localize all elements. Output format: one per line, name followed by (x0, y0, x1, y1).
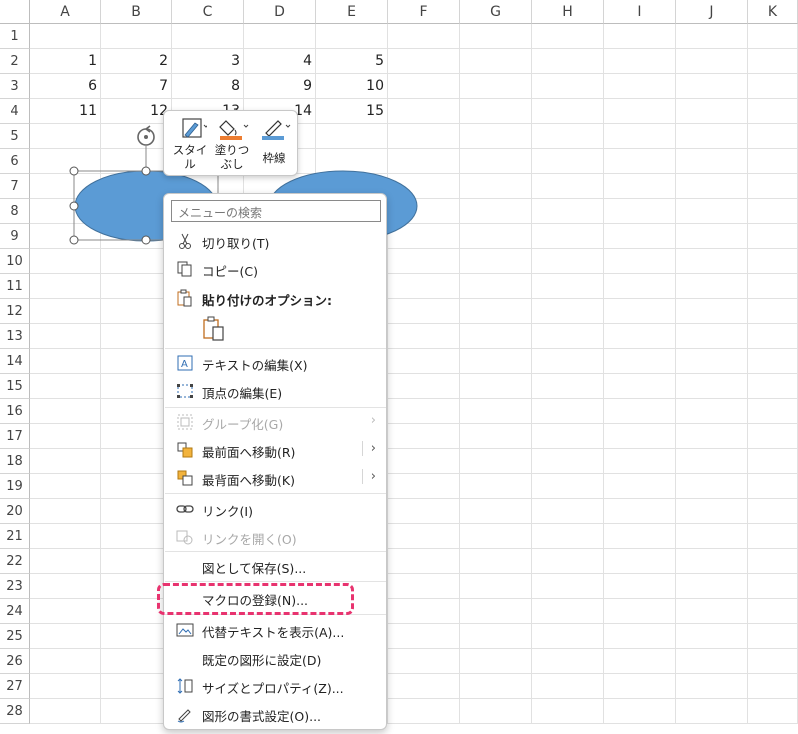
save-as-picture-label: 図として保存(S)... (202, 561, 307, 576)
context-menu: メニューの検索 切り取り(T) コピー(C) 貼り付けのオプション: A テキス… (163, 193, 387, 730)
shapes-layer (69, 125, 418, 245)
send-to-back-label: 最背面へ移動(K) (202, 473, 295, 488)
outline-label: 枠線 (262, 151, 286, 165)
menu-item-edit-text[interactable]: A テキストの編集(X) (164, 349, 386, 377)
alt-text-icon (176, 623, 194, 637)
macro-highlight-box (157, 583, 354, 615)
shape-style-button[interactable]: スタイル (170, 115, 210, 171)
fill-label-1: 塗りつ (214, 143, 250, 157)
group-icon (177, 414, 193, 430)
chevron-right-icon: › (370, 413, 376, 428)
menu-item-link[interactable]: リンク(I) (164, 495, 386, 523)
menu-item-save-as-picture[interactable]: 図として保存(S)... (164, 552, 386, 580)
paste-options-label: 貼り付けのオプション: (202, 293, 332, 308)
group-label: グループ化(G) (202, 417, 284, 432)
clipboard-icon (177, 289, 192, 307)
menu-item-copy[interactable]: コピー(C) (164, 255, 386, 283)
style-label-2: ル (184, 157, 196, 171)
shape-outline-button[interactable]: 枠線 (254, 115, 294, 171)
copy-label: コピー(C) (202, 264, 258, 279)
resize-handle-t (141, 166, 151, 176)
menu-item-group[interactable]: グループ化(G) › (164, 408, 386, 436)
rotate-handle[interactable] (137, 125, 155, 146)
set-default-shape-label: 既定の図形に設定(D) (202, 653, 322, 668)
menu-item-cut[interactable]: 切り取り(T) (164, 227, 386, 255)
open-link-icon (176, 530, 193, 545)
svg-text:A: A (181, 359, 188, 370)
send-to-back-icon (177, 470, 193, 486)
bring-to-front-label: 最前面へ移動(R) (202, 445, 296, 460)
chevron-right-icon[interactable]: › (361, 469, 376, 484)
cut-label: 切り取り(T) (202, 236, 270, 251)
size-properties-icon (177, 678, 193, 694)
resize-handle-tl (69, 166, 79, 176)
paste-option-keep-source[interactable] (164, 312, 386, 348)
pen-outline-icon (262, 120, 291, 140)
menu-search-input[interactable]: メニューの検索 (171, 200, 381, 222)
paste-icon (203, 316, 224, 341)
open-link-label: リンクを開く(O) (202, 532, 297, 547)
menu-item-send-to-back[interactable]: 最背面へ移動(K) › (164, 464, 386, 492)
menu-item-bring-to-front[interactable]: 最前面へ移動(R) › (164, 436, 386, 464)
edit-text-icon: A (177, 355, 193, 371)
scissors-icon (179, 233, 191, 249)
bring-to-front-icon (177, 442, 193, 458)
copy-icon (177, 261, 192, 277)
shape-style-icon (182, 118, 209, 138)
format-shape-label: 図形の書式設定(O)... (202, 709, 322, 724)
menu-item-set-default-shape[interactable]: 既定の図形に設定(D) (164, 644, 386, 672)
menu-item-edit-points[interactable]: 頂点の編集(E) (164, 377, 386, 405)
resize-handle-l (69, 201, 79, 211)
alt-text-label: 代替テキストを表示(A)... (202, 625, 345, 640)
mini-toolbar: スタイル 塗りつ ぶし 枠線 (163, 110, 298, 176)
menu-item-format-shape[interactable]: 図形の書式設定(O)... (164, 700, 386, 728)
edit-points-icon (177, 384, 193, 398)
menu-item-paste-options: 貼り付けのオプション: (164, 284, 386, 312)
chevron-right-icon[interactable]: › (361, 441, 376, 456)
shape-fill-button[interactable]: 塗りつ ぶし (212, 115, 252, 171)
menu-item-alt-text[interactable]: 代替テキストを表示(A)... (164, 616, 386, 644)
edit-text-label: テキストの編集(X) (202, 358, 308, 373)
size-properties-label: サイズとプロパティ(Z)... (202, 681, 344, 696)
edit-points-label: 頂点の編集(E) (202, 386, 283, 401)
resize-handle-b (141, 235, 151, 245)
paint-bucket-icon (219, 120, 249, 140)
fill-label-2: ぶし (220, 157, 244, 171)
resize-handle-bl (69, 235, 79, 245)
menu-item-open-link[interactable]: リンクを開く(O) (164, 523, 386, 551)
link-label: リンク(I) (202, 504, 253, 519)
style-label-1: スタイ (172, 143, 208, 157)
format-shape-icon (177, 709, 191, 723)
link-icon (176, 505, 194, 513)
menu-item-size-properties[interactable]: サイズとプロパティ(Z)... (164, 672, 386, 700)
